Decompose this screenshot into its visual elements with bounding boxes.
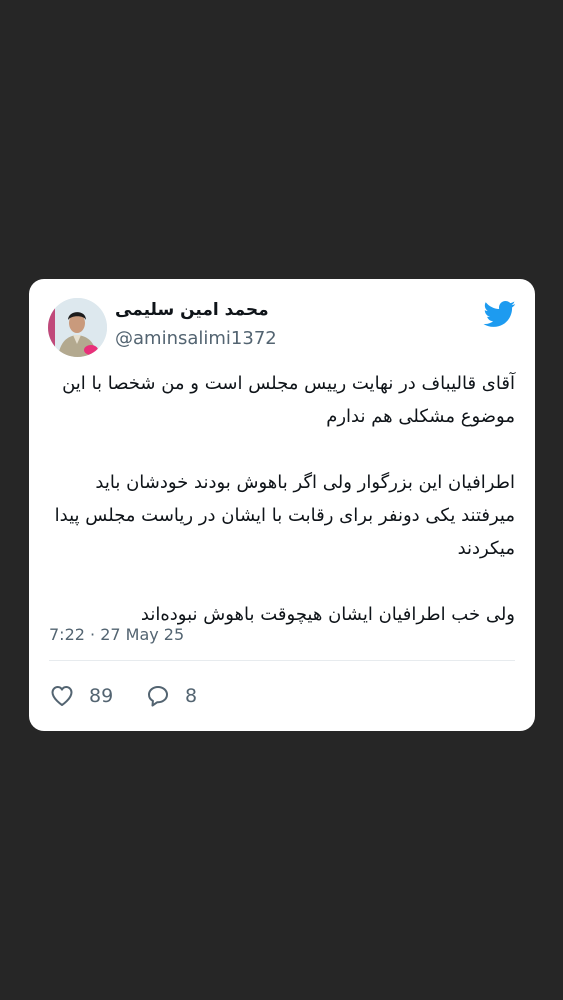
tweet-timestamp[interactable]: 7:22 · 27 May 25 <box>49 625 184 644</box>
like-button[interactable]: 89 <box>49 683 113 709</box>
reply-count: 8 <box>185 685 198 707</box>
tweet-paragraph: اطرافیان این بزرگوار ولی اگر باهوش بودند… <box>54 472 515 559</box>
heart-icon <box>51 686 73 706</box>
tweet-text: آقای قالیباف در نهایت رییس مجلس است و من… <box>49 367 515 631</box>
like-count: 89 <box>89 685 114 707</box>
avatar[interactable] <box>48 298 107 357</box>
username-handle[interactable]: @aminsalimi1372 <box>115 328 277 349</box>
divider <box>49 660 515 661</box>
tweet-card: محمد امین سلیمی @aminsalimi1372 آقای قال… <box>29 279 535 731</box>
twitter-bird-icon[interactable] <box>482 300 516 328</box>
reply-button[interactable]: 8 <box>145 683 197 709</box>
avatar-image <box>48 298 107 357</box>
tweet-paragraph: آقای قالیباف در نهایت رییس مجلس است و من… <box>62 373 515 427</box>
speech-bubble-icon <box>148 686 168 707</box>
display-name[interactable]: محمد امین سلیمی <box>115 300 269 320</box>
